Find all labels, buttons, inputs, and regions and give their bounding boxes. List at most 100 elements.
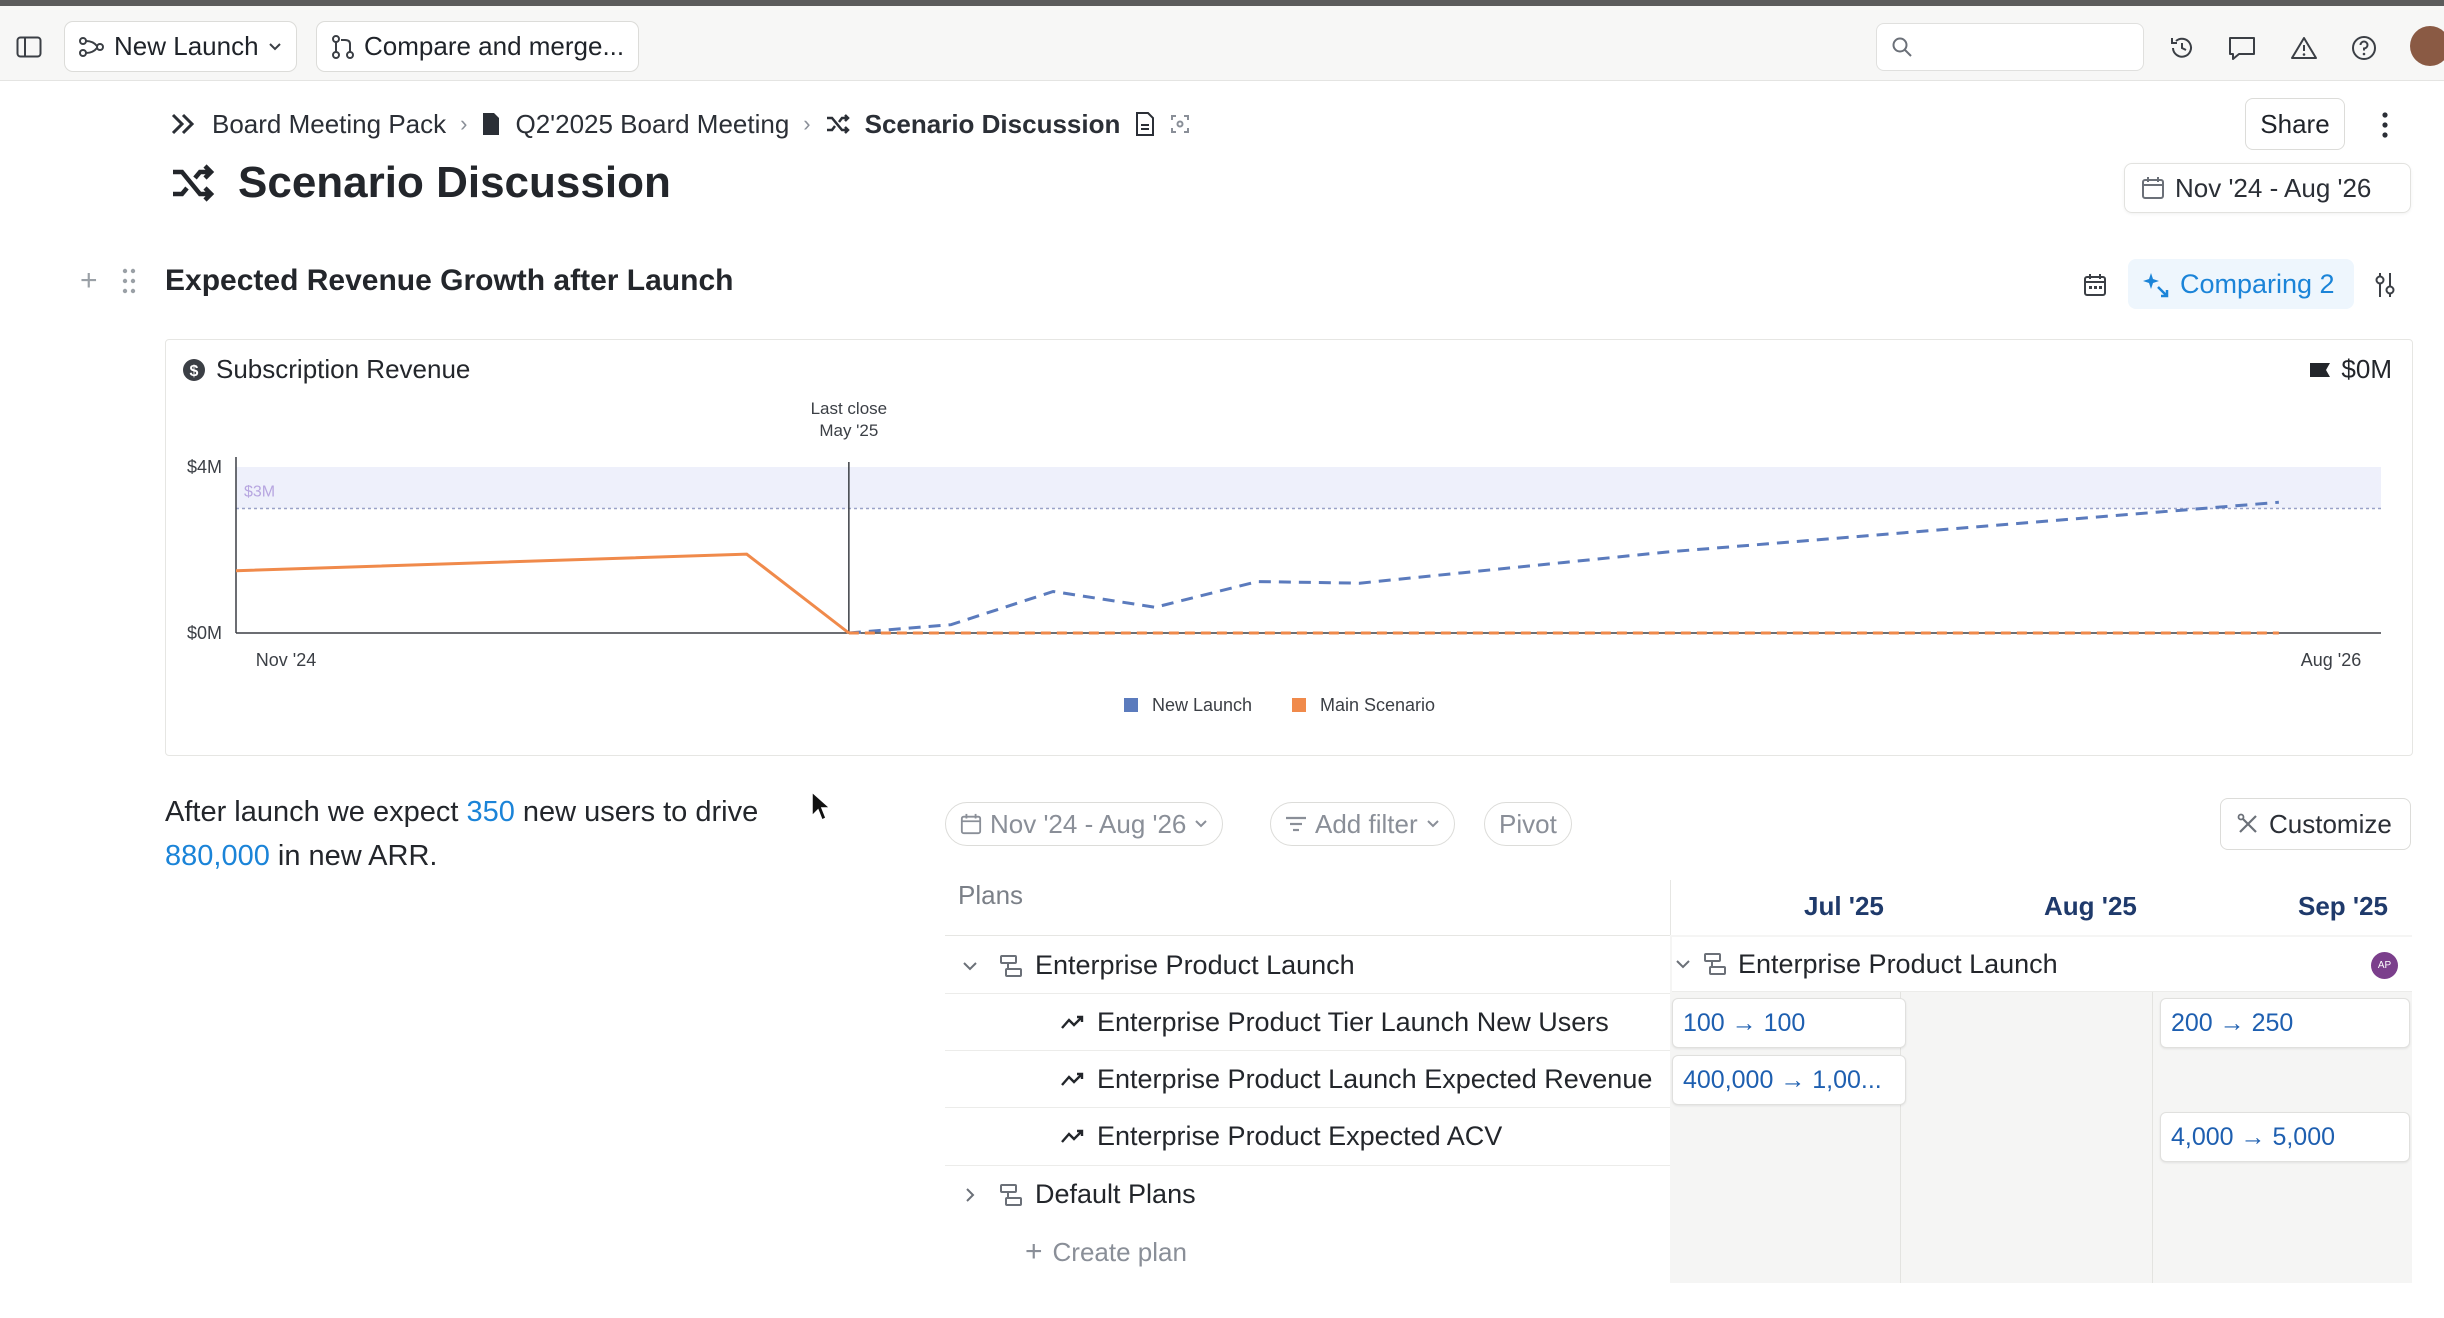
chevron-down-icon — [1426, 819, 1440, 829]
series-line-1 — [235, 552, 850, 635]
plan-row-expected-acv[interactable]: Enterprise Product Expected ACV — [945, 1108, 1670, 1165]
plan-row-label: Enterprise Product Tier Launch New Users — [1097, 1007, 1609, 1037]
customize-button[interactable]: Customize — [2220, 798, 2411, 850]
comments-icon[interactable] — [2226, 32, 2258, 64]
plan-row-enterprise-product-launch[interactable]: Enterprise Product Launch — [945, 937, 1670, 994]
new-arr-value[interactable]: 880,000 — [165, 840, 270, 872]
plan-icon — [997, 1181, 1025, 1209]
trend-icon — [1059, 1123, 1087, 1151]
narrative-part: new users to drive — [514, 796, 759, 828]
breadcrumb-item-current: Scenario Discussion — [864, 108, 1121, 139]
new-users-value[interactable]: 350 — [466, 796, 514, 828]
revenue-line-chart: $3M $4M $0M Nov '24 Aug '26 Last close May '25… — [187, 399, 2381, 715]
date-range-label: Nov '24 - Aug '26 — [2175, 172, 2372, 203]
focus-icon[interactable] — [1170, 114, 1190, 134]
breadcrumb-separator: › — [803, 111, 811, 136]
x-tick-label: Nov '24 — [256, 650, 316, 670]
legend-swatch-0 — [1124, 698, 1138, 712]
help-icon[interactable] — [2348, 32, 2380, 64]
section-title: Expected Revenue Growth after Launch — [165, 264, 734, 297]
pivot-label: Pivot — [1499, 808, 1557, 839]
merge-icon — [331, 34, 355, 60]
more-options-icon[interactable] — [2370, 108, 2400, 142]
add-filter-label: Add filter — [1315, 808, 1418, 839]
pivot-button[interactable]: Pivot — [1484, 802, 1572, 846]
y-tick-label: $0M — [187, 623, 222, 643]
compare-merge-label: Compare and merge... — [364, 31, 625, 61]
legend-label-0: New Launch — [1152, 695, 1252, 715]
timeline-plan-header[interactable]: Enterprise Product Launch AP — [1672, 937, 2412, 992]
create-plan-button[interactable]: + Create plan — [1025, 1235, 1187, 1269]
customize-label: Customize — [2269, 808, 2392, 839]
calendar-icon — [960, 813, 982, 835]
plans-column-header: Plans — [958, 880, 1024, 910]
chevron-down-icon[interactable] — [959, 955, 981, 977]
month-header-sep: Sep '25 — [2298, 891, 2389, 921]
month-header-aug: Aug '25 — [2044, 891, 2137, 921]
page-title: Scenario Discussion — [170, 158, 671, 208]
month-header-jul: Jul '25 — [1804, 891, 1884, 921]
branch-icon — [79, 36, 105, 58]
history-icon[interactable] — [2166, 32, 2198, 64]
breadcrumb-item-board-meeting-pack[interactable]: Board Meeting Pack — [212, 109, 446, 140]
breadcrumb-item-q2-board-meeting[interactable]: Q2'2025 Board Meeting — [515, 109, 789, 140]
user-avatar[interactable] — [2410, 26, 2444, 66]
branch-label: New Launch — [114, 31, 259, 61]
filter-date-range-label: Nov '24 - Aug '26 — [990, 808, 1187, 839]
search-input[interactable] — [1921, 33, 2121, 61]
create-plan-label: Create plan — [1052, 1236, 1187, 1267]
trend-icon — [1059, 1066, 1087, 1094]
cell-revenue-jul[interactable]: 400,000 → 1,00... — [1672, 1055, 1906, 1105]
narrative-part: After launch we expect — [165, 796, 467, 828]
customize-tools-icon — [2237, 813, 2259, 835]
page-doc-icon[interactable] — [1134, 111, 1156, 137]
drag-handle-icon[interactable] — [122, 268, 136, 294]
chevron-right-icon[interactable] — [959, 1184, 981, 1206]
month-gridline — [2152, 992, 2153, 1283]
date-range-picker[interactable]: Nov '24 - Aug '26 — [2124, 163, 2411, 213]
trend-icon — [1059, 1009, 1087, 1037]
cell-acv-sep[interactable]: 4,000 → 5,000 — [2160, 1112, 2410, 1162]
shuffle-icon — [825, 113, 851, 135]
compare-merge-button[interactable]: Compare and merge... — [316, 21, 640, 72]
legend-swatch-1 — [1292, 698, 1306, 712]
add-filter-button[interactable]: Add filter — [1270, 802, 1455, 846]
chart-settings-icon[interactable] — [2370, 270, 2400, 300]
comparing-button[interactable]: Comparing 2 — [2128, 259, 2354, 309]
chevron-down-icon[interactable] — [1672, 953, 1694, 975]
share-button[interactable]: Share — [2245, 98, 2345, 150]
breadcrumb-separator: › — [460, 111, 468, 136]
branch-selector[interactable]: New Launch — [64, 21, 297, 72]
target-label: $3M — [244, 484, 275, 501]
plan-row-label: Enterprise Product Expected ACV — [1097, 1121, 1503, 1151]
filter-date-range[interactable]: Nov '24 - Aug '26 — [945, 802, 1224, 846]
document-icon — [481, 112, 501, 136]
legend-label-1: Main Scenario — [1320, 695, 1435, 715]
narrative-part: in new ARR. — [269, 840, 438, 872]
calendar-icon — [2141, 176, 2165, 200]
plan-row-default-plans[interactable]: Default Plans — [945, 1166, 1670, 1223]
add-block-icon[interactable]: + — [80, 264, 98, 298]
narrative-text: After launch we expect 350 new users to … — [165, 790, 855, 878]
assignee-avatar[interactable]: AP — [2371, 952, 2398, 979]
plan-icon — [997, 952, 1025, 980]
sparkle-compare-icon — [2142, 270, 2170, 298]
plan-row-new-users[interactable]: Enterprise Product Tier Launch New Users — [945, 994, 1670, 1051]
mouse-cursor-icon — [810, 790, 832, 822]
top-bar: New Launch Compare and merge... — [0, 0, 2444, 81]
y-tick-label: $4M — [187, 457, 222, 477]
search-box[interactable] — [1876, 23, 2144, 71]
warning-icon[interactable] — [2288, 32, 2320, 64]
sidebar-toggle-icon[interactable] — [14, 32, 44, 62]
calendar-icon[interactable] — [2080, 270, 2110, 300]
plan-row-label: Enterprise Product Launch — [1035, 950, 1355, 980]
plan-row-expected-revenue[interactable]: Enterprise Product Launch Expected Reven… — [945, 1051, 1670, 1108]
search-icon — [1891, 36, 1913, 58]
cell-users-sep[interactable]: 200 → 250 — [2160, 998, 2410, 1048]
annotation-line1: Last close — [811, 399, 888, 418]
page-title-text: Scenario Discussion — [238, 158, 671, 207]
cell-users-jul[interactable]: 100 → 100 — [1672, 998, 1906, 1048]
plan-icon — [1702, 951, 1728, 977]
plus-icon: + — [1025, 1235, 1043, 1268]
x-tick-label: Aug '26 — [2301, 650, 2362, 670]
